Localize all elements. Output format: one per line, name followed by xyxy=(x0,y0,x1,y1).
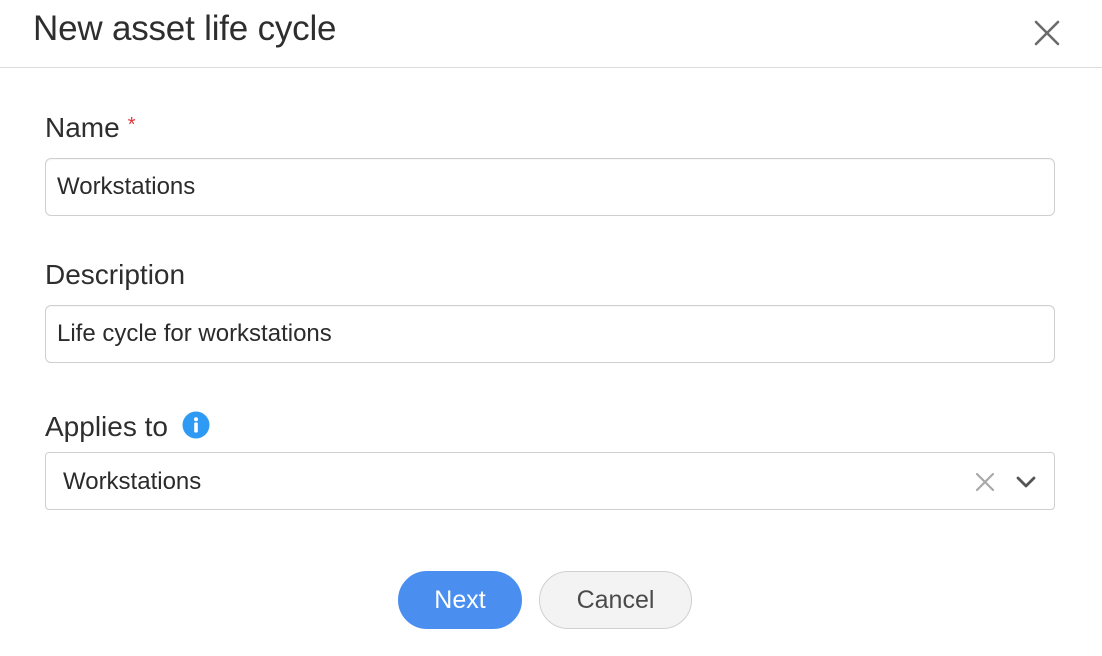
chevron-down-icon[interactable] xyxy=(1015,474,1037,490)
dialog-header: New asset life cycle xyxy=(0,0,1102,68)
dialog-title: New asset life cycle xyxy=(33,9,337,48)
info-icon[interactable] xyxy=(182,411,210,439)
new-asset-life-cycle-dialog: New asset life cycle Name * Description A… xyxy=(0,0,1102,656)
next-button[interactable]: Next xyxy=(398,571,522,629)
required-indicator: * xyxy=(127,114,136,136)
description-input[interactable] xyxy=(45,305,1055,363)
cancel-button[interactable]: Cancel xyxy=(539,571,692,629)
name-label: Name * xyxy=(45,114,136,142)
applies-to-select[interactable]: Workstations xyxy=(45,452,1055,510)
clear-icon[interactable] xyxy=(975,472,995,492)
close-button[interactable] xyxy=(1029,15,1065,51)
description-label: Description xyxy=(45,261,185,289)
applies-to-label: Applies to xyxy=(45,408,210,441)
name-input[interactable] xyxy=(45,158,1055,216)
applies-to-label-text: Applies to xyxy=(45,411,168,442)
description-label-text: Description xyxy=(45,259,186,290)
name-label-text: Name xyxy=(45,112,120,143)
applies-to-selected-value: Workstations xyxy=(63,468,202,495)
close-icon xyxy=(1029,15,1065,51)
